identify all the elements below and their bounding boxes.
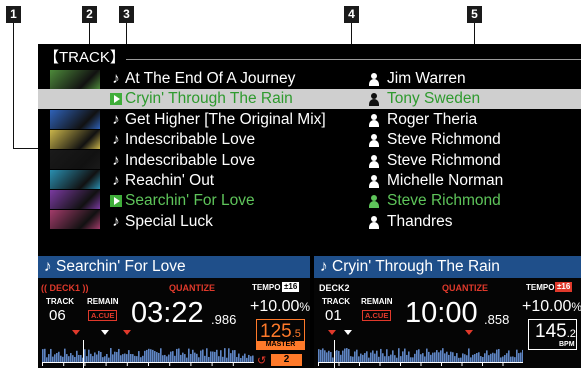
cdj-display: 【TRACK】 ♪ At The End Of A Journey Jim Warr… (38, 44, 581, 368)
deck2-track-label: TRACK (322, 297, 350, 306)
track-title: Searchin' For Love (125, 192, 255, 210)
deck1-time: 03:22 (131, 297, 204, 329)
track-artist: Thandres (387, 212, 453, 230)
deck1-auto-cue: A.CUE (88, 310, 118, 321)
track-row[interactable]: ♪ Special Luck Thandres (38, 212, 581, 232)
callout-2: 2 (82, 6, 97, 23)
track-row[interactable]: ♪ Reachin' Out Michelle Norman (38, 171, 581, 191)
deck1-track-number: 06 (49, 307, 66, 324)
track-artist: Michelle Norman (387, 172, 504, 189)
track-row[interactable]: ♪ Indescribable Love Steve Richmond (38, 151, 581, 171)
callout-5: 5 (467, 6, 482, 23)
callout-leader-1 (13, 23, 14, 149)
artist-icon (369, 175, 379, 188)
deck2-panel: ♪ Cryin' Through The Rain DECK2 QUANTIZE… (314, 256, 581, 368)
deck2-quantize: QUANTIZE (442, 283, 488, 293)
deck1-track-label: TRACK (46, 297, 74, 306)
artist-icon (369, 93, 379, 107)
track-row[interactable]: ♪ Indescribable Love Steve Richmond (38, 130, 581, 150)
music-note-icon: ♪ (112, 110, 120, 128)
track-title: Reachin' Out (125, 172, 215, 189)
deck1-tempo-value: +10.00% (250, 298, 311, 315)
track-title: At The End Of A Journey (125, 70, 296, 87)
music-note-icon: ♪ (112, 151, 120, 169)
deck1-tempo-range: ±16 (282, 282, 300, 292)
deck1-time-ms: .986 (211, 312, 237, 327)
deck1-track-title: ♪ Searchin' For Love (44, 258, 186, 275)
track-artist: Roger Theria (387, 110, 478, 128)
deck1-progress-ticks (42, 362, 254, 366)
callout-1: 1 (6, 6, 21, 23)
deck1-panel: ♪ Searchin' For Love (( DECK1 )) QUANTIZ… (38, 256, 310, 368)
track-artist: Steve Richmond (387, 131, 501, 149)
deck2-waveform (318, 348, 523, 362)
music-note-icon: ♪ (112, 70, 120, 87)
deck2-position-marker (344, 330, 352, 335)
deck1-header: ♪ Searchin' For Love (38, 256, 310, 278)
track-title: Cryin' Through The Rain (125, 90, 293, 108)
deck2-label: DECK2 (319, 283, 350, 293)
track-title: Indescribable Love (125, 151, 256, 169)
play-icon (110, 93, 122, 106)
deck2-bpm-tag: BPM (559, 341, 575, 348)
deck1-tempo-label: TEMPO (252, 283, 281, 292)
track-artist: Jim Warren (387, 70, 466, 87)
deck1-cue-marker (123, 330, 131, 335)
header-divider (126, 59, 581, 60)
deck2-track-title: ♪ Cryin' Through The Rain (320, 258, 500, 275)
track-row[interactable]: Searchin' For Love Steve Richmond (38, 191, 581, 211)
artist-icon (369, 215, 379, 229)
deck2-progress-ticks (318, 362, 523, 366)
track-artist: Tony Sweden (387, 90, 481, 108)
deck2-time: 10:00 (405, 297, 478, 329)
deck2-cue-marker (328, 330, 336, 335)
deck2-track-number: 01 (325, 307, 342, 324)
deck1-label: (( DECK1 )) (41, 283, 89, 293)
deck2-header: ♪ Cryin' Through The Rain (314, 256, 581, 278)
track-row[interactable]: Cryin' Through The Rain Tony Sweden (38, 89, 581, 110)
deck2-remain-label: REMAIN (361, 297, 393, 306)
deck1-cue-marker (72, 330, 80, 335)
browser-category-title: 【TRACK】 (44, 49, 125, 66)
deck2-bpm-box: 145.2 BPM (528, 319, 577, 350)
track-row[interactable]: ♪ At The End Of A Journey Jim Warren (38, 69, 581, 89)
artist-icon (369, 113, 379, 127)
deck2-tempo-value: +10.00% (522, 298, 581, 315)
track-title: Indescribable Love (125, 131, 256, 149)
deck2-tempo-range: ±16 (555, 282, 573, 292)
deck1-loop-icon: ↺ (257, 355, 267, 367)
callout-3: 3 (119, 6, 134, 23)
deck1-bpm-box: 125.5 MASTER (256, 319, 305, 350)
play-icon (110, 195, 122, 208)
deck2-time-ms: .858 (484, 312, 510, 327)
deck2-cue-marker (465, 330, 473, 335)
deck2-auto-cue: A.CUE (362, 310, 392, 321)
music-note-icon: ♪ (112, 212, 120, 230)
artist-icon (369, 134, 379, 148)
artist-icon (369, 154, 379, 168)
deck1-master-tag: MASTER (257, 341, 304, 349)
callout-4: 4 (344, 6, 359, 23)
browser-header: 【TRACK】 (38, 48, 581, 68)
track-artist: Steve Richmond (387, 192, 501, 210)
deck1-remain-label: REMAIN (87, 297, 119, 306)
deck1-sync-number: 2 (271, 354, 302, 366)
track-artist: Steve Richmond (387, 151, 501, 169)
artist-icon (369, 73, 379, 86)
music-note-icon: ♪ (112, 172, 120, 189)
track-row[interactable]: ♪ Get Higher [The Original Mix] Roger Ther… (38, 110, 581, 130)
music-note-icon: ♪ (112, 131, 120, 149)
track-title: Special Luck (125, 212, 213, 230)
deck1-position-marker (101, 330, 109, 335)
deck2-tempo-label: TEMPO (526, 283, 555, 292)
deck1-quantize: QUANTIZE (169, 283, 215, 293)
deck1-waveform (42, 348, 254, 362)
track-title: Get Higher [The Original Mix] (125, 110, 326, 128)
artist-icon (369, 195, 379, 209)
